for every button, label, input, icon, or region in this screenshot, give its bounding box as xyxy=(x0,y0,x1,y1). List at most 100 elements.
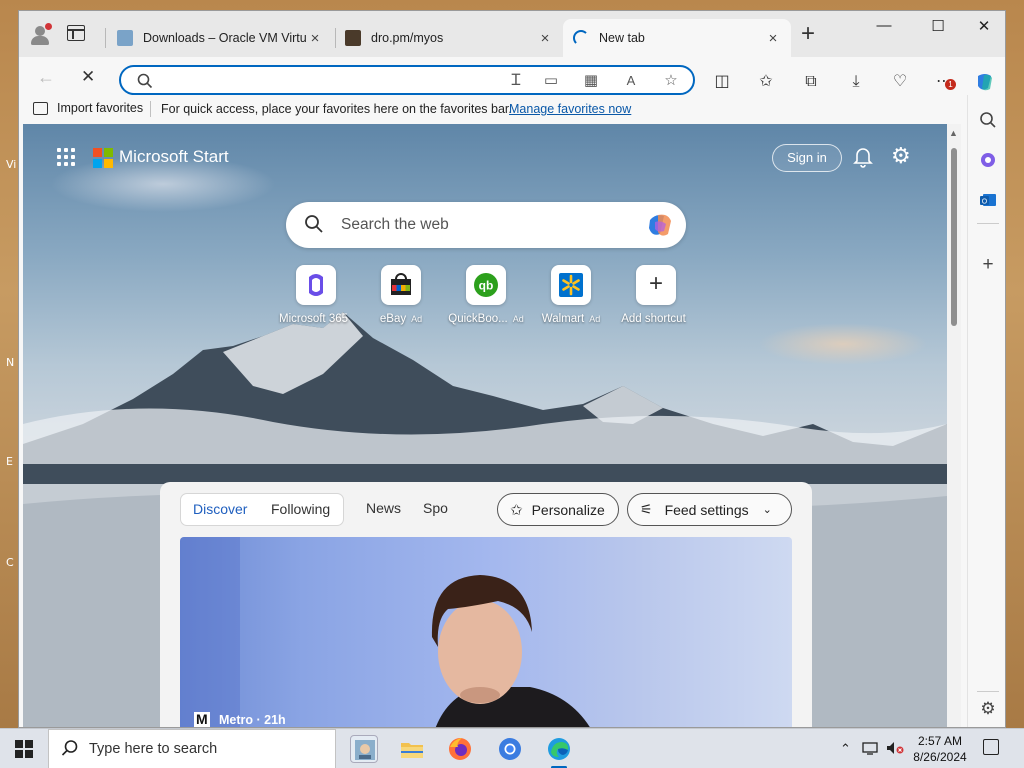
collections-icon[interactable]: ⧉ xyxy=(800,71,822,93)
tab-discover[interactable]: Discover xyxy=(193,501,247,517)
close-tab-icon[interactable]: × xyxy=(537,30,553,47)
tab-dro-pm[interactable]: dro.pm/myos × xyxy=(335,19,563,57)
maximize-button[interactable]: ☐ xyxy=(923,17,953,35)
apps-launcher-icon[interactable] xyxy=(57,148,75,166)
sign-in-button[interactable]: Sign in xyxy=(772,144,842,172)
svg-text:O: O xyxy=(982,199,988,206)
loading-spinner-icon xyxy=(573,30,589,46)
manage-favorites-link[interactable]: Manage favorites now xyxy=(509,102,631,116)
sliders-icon: ⚟ xyxy=(640,501,653,517)
close-tab-icon[interactable]: × xyxy=(307,30,323,47)
plus-icon: + xyxy=(636,265,676,305)
copilot-search-icon[interactable] xyxy=(646,212,674,238)
virtualbox-taskbar-icon[interactable] xyxy=(350,735,378,763)
search-placeholder: Search the web xyxy=(341,216,449,233)
firefox-icon[interactable] xyxy=(446,735,474,763)
svg-text:qb: qb xyxy=(479,279,494,293)
sidebar-divider xyxy=(977,691,999,692)
tab-downloads-virtualbox[interactable]: Downloads – Oracle VM VirtualBox × xyxy=(107,19,333,57)
split-screen-icon[interactable]: ◫ xyxy=(711,71,733,93)
downloads-icon[interactable]: ⤓ xyxy=(845,71,867,93)
web-search-box[interactable]: Search the web xyxy=(286,202,686,248)
tab-sports[interactable]: Spo xyxy=(423,500,448,516)
chevron-down-icon: ⌄ xyxy=(762,504,772,516)
feed-tab-group: Discover Following xyxy=(180,493,344,526)
back-button[interactable]: ← xyxy=(37,67,55,88)
quickbooks-icon: qb xyxy=(466,265,506,305)
outlook-icon[interactable]: O xyxy=(978,191,998,211)
shortcut-label: Walmart xyxy=(541,313,585,325)
sparkle-star-icon: ✩ xyxy=(510,501,523,519)
notifications-bell-icon[interactable] xyxy=(853,146,873,168)
new-tab-button[interactable]: + xyxy=(801,22,815,46)
close-window-button[interactable]: ✕ xyxy=(969,17,999,35)
virtualbox-favicon-icon xyxy=(117,30,133,46)
shortcut-label: Microsoft 365 xyxy=(278,313,349,325)
page-settings-gear-icon[interactable]: ⚙ xyxy=(891,144,915,168)
tab-strip: Downloads – Oracle VM VirtualBox × dro.p… xyxy=(19,11,1005,57)
article-source: Metro · 21h xyxy=(194,711,286,727)
close-tab-icon[interactable]: × xyxy=(765,30,781,47)
add-sidebar-app-icon[interactable]: + xyxy=(978,255,998,275)
shortcut-label: Add shortcut xyxy=(621,313,686,325)
microsoft-logo-icon xyxy=(93,148,113,168)
search-icon xyxy=(61,739,79,762)
scrollbar-thumb[interactable] xyxy=(951,148,957,326)
sidebar-search-icon[interactable] xyxy=(978,111,998,131)
article-source-label: Metro · 21h xyxy=(219,713,286,727)
system-clock[interactable]: 2:57 AM 8/26/2024 xyxy=(912,733,968,765)
tab-following[interactable]: Following xyxy=(271,501,330,517)
news-feed-panel: Discover Following News Spo ✩ Personaliz… xyxy=(160,482,812,727)
tab-title: Downloads – Oracle VM VirtualBox xyxy=(143,31,307,45)
article-photo xyxy=(180,537,590,727)
copilot-sidebar-icon[interactable] xyxy=(978,151,998,171)
tab-title: dro.pm/myos xyxy=(371,31,444,45)
shortcut-add[interactable]: + Add shortcut xyxy=(608,265,704,325)
desktop-icon-label: Vi xyxy=(6,158,17,171)
shortcut-microsoft-365[interactable]: Microsoft 365 xyxy=(268,265,364,325)
read-aloud-icon[interactable]: A xyxy=(621,73,641,89)
file-explorer-icon[interactable] xyxy=(398,735,426,763)
tab-news[interactable]: News xyxy=(366,500,401,516)
scroll-up-arrow-icon[interactable]: ▲ xyxy=(949,128,958,138)
feed-settings-button[interactable]: ⚟ Feed settings ⌄ xyxy=(627,493,792,526)
volume-muted-icon[interactable] xyxy=(886,741,904,758)
personalize-button[interactable]: ✩ Personalize xyxy=(497,493,619,526)
page-scrollbar[interactable]: ▲ xyxy=(947,124,961,727)
windows-start-icon[interactable] xyxy=(15,740,33,758)
import-favorites-button[interactable]: Import favorites xyxy=(33,101,143,115)
shortcut-quickbooks[interactable]: qb QuickBoo... Ad xyxy=(438,265,534,325)
extensions-grid-icon[interactable]: ▦ xyxy=(581,73,601,89)
tab-new-tab[interactable]: New tab × xyxy=(563,19,791,57)
edge-taskbar-icon[interactable] xyxy=(545,735,573,763)
shortcut-ebay[interactable]: eBay Ad xyxy=(353,265,449,325)
favorites-bar: Import favorites For quick access, place… xyxy=(19,95,1005,123)
sidebar-settings-icon[interactable]: ⚙ xyxy=(978,699,998,719)
search-icon xyxy=(304,214,324,234)
app-available-icon[interactable]: ▭ xyxy=(541,73,561,89)
notification-center-icon[interactable] xyxy=(983,739,999,755)
show-hidden-icons-chevron-icon[interactable]: ⌃ xyxy=(840,741,851,757)
network-icon[interactable] xyxy=(862,741,878,758)
new-tab-page: Microsoft Start Sign in ⚙ Search the web… xyxy=(23,124,947,727)
article-card[interactable]: Metro · 21h xyxy=(180,537,792,727)
desktop-icon-label: E xyxy=(6,455,13,468)
tab-actions-icon[interactable] xyxy=(67,25,85,41)
text-cursor-icon: Ɪ xyxy=(511,72,521,89)
favorites-icon[interactable]: ✩ xyxy=(755,71,777,93)
copilot-icon[interactable] xyxy=(974,71,996,93)
favorite-star-icon[interactable]: ☆ xyxy=(661,73,681,89)
taskbar: Type here to search ⌃ 2:57 AM 8/26/2024 xyxy=(0,728,1024,768)
minimize-button[interactable]: — xyxy=(869,17,899,34)
browser-essentials-icon[interactable]: ♡ xyxy=(889,71,911,93)
stop-loading-button[interactable]: ✕ xyxy=(81,67,95,87)
chrome-icon[interactable] xyxy=(496,735,524,763)
brand-title[interactable]: Microsoft Start xyxy=(119,147,229,167)
tab-divider xyxy=(105,28,106,48)
profile-icon[interactable] xyxy=(29,23,52,46)
address-bar[interactable]: Ɪ ▭ ▦ A ☆ xyxy=(119,65,695,95)
shortcut-walmart[interactable]: Walmart Ad xyxy=(523,265,619,325)
taskbar-search-box[interactable]: Type here to search xyxy=(48,729,336,768)
clock-date: 8/26/2024 xyxy=(913,750,967,764)
edge-sidebar: O + ⚙ xyxy=(967,95,1005,727)
